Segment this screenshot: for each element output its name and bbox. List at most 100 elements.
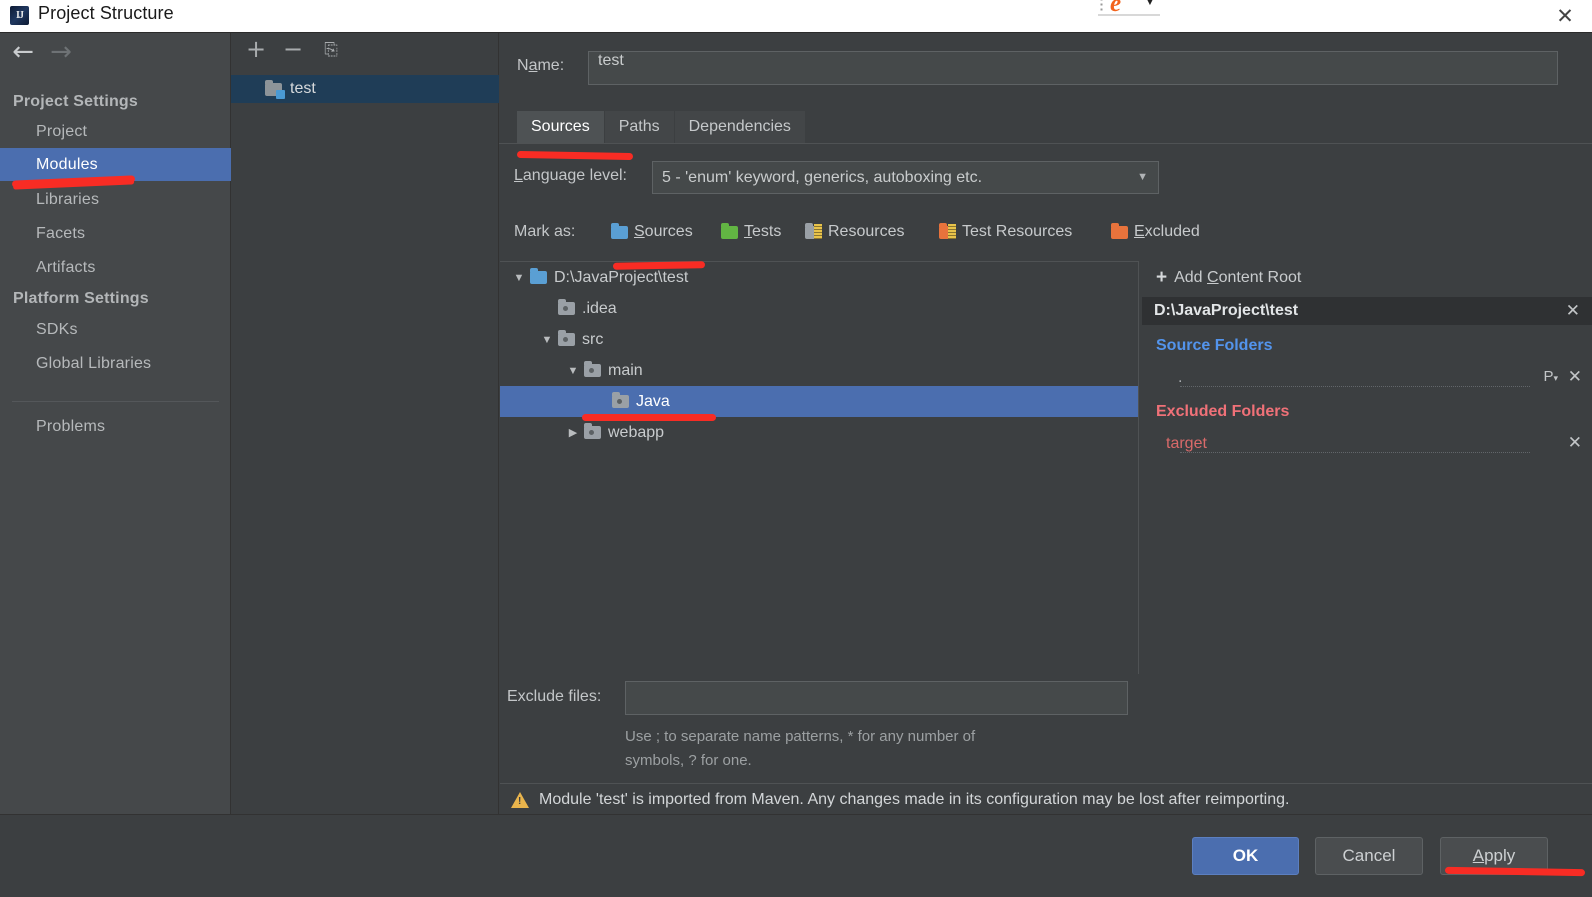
tab-paths[interactable]: Paths — [604, 111, 675, 143]
modules-panel: + − ⎘ test — [231, 33, 499, 814]
tree-row-label: src — [582, 330, 604, 348]
twisty-expanded-icon[interactable]: ▼ — [508, 272, 530, 284]
sidebar-divider — [12, 401, 219, 402]
twisty-expanded-icon[interactable]: ▼ — [562, 365, 584, 377]
folder-test-resources-icon — [939, 222, 956, 239]
tree-row-selected[interactable]: Java — [500, 386, 1138, 417]
twisty-expanded-icon[interactable]: ▼ — [536, 334, 558, 346]
window-title-bar: IJ Project Structure e ▼ ✕ — [0, 0, 1592, 32]
exclude-files-hint-line1: Use ; to separate name patterns, * for a… — [625, 728, 976, 745]
language-level-value: 5 - 'enum' keyword, generics, autoboxing… — [662, 169, 983, 186]
folder-plain-icon — [584, 423, 601, 439]
remove-excluded-folder-icon[interactable]: ✕ — [1568, 433, 1582, 453]
package-prefix-icon[interactable]: P▾ — [1543, 368, 1558, 385]
tree-row-label: .idea — [582, 299, 617, 317]
sidebar-item-problems[interactable]: Problems — [0, 410, 231, 443]
tree-row[interactable]: ▶ webapp — [500, 417, 1138, 448]
entry-dotted-line — [1180, 452, 1530, 453]
mark-as-test-resources-label: Test Resources — [962, 223, 1073, 240]
module-name-row: Name: test — [499, 51, 1592, 87]
sidebar-group-platform-settings: Platform Settings — [13, 290, 149, 307]
intellij-logo-icon: IJ — [10, 6, 29, 25]
close-icon[interactable]: ✕ — [1552, 4, 1578, 30]
sidebar-group-project-settings: Project Settings — [13, 93, 139, 110]
module-tabs: Sources Paths Dependencies — [517, 111, 806, 143]
mark-as-excluded[interactable]: Excluded — [1111, 222, 1200, 241]
source-folders-title: Source Folders — [1156, 337, 1273, 354]
source-folder-entry[interactable]: . P▾ ✕ — [1142, 365, 1592, 391]
maven-warning-bar: Module 'test' is imported from Maven. An… — [500, 783, 1592, 815]
folder-plain-icon — [558, 299, 575, 315]
tree-row-label: webapp — [608, 423, 665, 441]
tree-row[interactable]: .idea — [500, 293, 1138, 324]
language-level-select[interactable]: 5 - 'enum' keyword, generics, autoboxing… — [652, 161, 1159, 194]
language-level-row: Language level: 5 - 'enum' keyword, gene… — [499, 161, 1592, 195]
mark-as-tests-label: Tests — [744, 223, 782, 240]
dialog-body: ← → Project Settings Project Modules Lib… — [0, 32, 1592, 897]
sidebar-item-global-libraries[interactable]: Global Libraries — [0, 347, 231, 380]
remove-source-folder-icon[interactable]: ✕ — [1568, 367, 1582, 387]
sidebar-nav: ← → — [0, 33, 231, 73]
excluded-folders-title: Excluded Folders — [1156, 403, 1290, 420]
project-structure-dialog: IJ Project Structure e ▼ ✕ ← → Project S… — [0, 0, 1592, 897]
mark-as-sources[interactable]: Sources — [611, 222, 693, 241]
exclude-files-label: Exclude files: — [507, 688, 602, 705]
content-root-tree: ▼ D:\JavaProject\test .idea ▼ src ▼ main… — [500, 261, 1139, 674]
ok-button[interactable]: OK — [1192, 837, 1299, 875]
mark-as-sources-label: Sources — [634, 223, 693, 240]
exclude-files-input[interactable] — [625, 681, 1128, 715]
mark-as-excluded-label: Excluded — [1134, 223, 1200, 240]
tree-row-label: Java — [636, 392, 670, 410]
twisty-collapsed-icon[interactable]: ▶ — [562, 426, 584, 439]
sidebar-item-project[interactable]: Project — [0, 115, 231, 148]
folder-plain-icon — [584, 361, 601, 377]
warning-triangle-icon — [511, 791, 529, 808]
forward-arrow-icon[interactable]: → — [44, 39, 78, 67]
tree-row-label: main — [608, 361, 643, 379]
tree-row[interactable]: ▼ main — [500, 355, 1138, 386]
mark-as-resources[interactable]: Resources — [805, 222, 905, 241]
settings-sidebar: ← → Project Settings Project Modules Lib… — [0, 33, 231, 865]
mark-as-tests[interactable]: Tests — [721, 222, 782, 241]
cancel-button[interactable]: Cancel — [1315, 837, 1423, 875]
folder-plain-icon — [612, 392, 629, 408]
mark-as-label: Mark as: — [514, 223, 576, 240]
back-arrow-icon[interactable]: ← — [6, 39, 40, 67]
copy-module-icon[interactable]: ⎘ — [317, 37, 345, 63]
exclude-files-hint-line2: symbols, ? for one. — [625, 752, 752, 769]
drag-handle-dots-icon — [1100, 0, 1103, 11]
module-folder-icon — [265, 79, 285, 99]
add-content-root-button[interactable]: + Add Content Root — [1140, 261, 1592, 294]
sidebar-item-modules[interactable]: Modules — [0, 148, 231, 181]
tree-row[interactable]: ▼ src — [500, 324, 1138, 355]
tab-dependencies[interactable]: Dependencies — [674, 111, 806, 143]
folder-plain-icon — [558, 330, 575, 346]
tree-row[interactable]: ▼ D:\JavaProject\test — [500, 262, 1138, 293]
folder-blue-icon — [611, 222, 628, 239]
add-content-root-label: Add Content Root — [1174, 268, 1302, 286]
name-field-label: Name: — [517, 57, 565, 74]
add-module-icon[interactable]: + — [242, 37, 270, 63]
sidebar-item-sdks[interactable]: SDKs — [0, 313, 231, 346]
excluded-folder-path: target — [1166, 435, 1207, 452]
content-root-header[interactable]: D:\JavaProject\test ✕ — [1142, 297, 1592, 325]
module-editor-pane: Name: test Sources Paths Dependencies La… — [499, 33, 1592, 814]
sidebar-item-libraries[interactable]: Libraries — [0, 183, 231, 216]
sidebar-item-artifacts[interactable]: Artifacts — [0, 251, 231, 284]
remove-content-root-icon[interactable]: ✕ — [1566, 301, 1580, 321]
content-root-path: D:\JavaProject\test — [1154, 302, 1299, 319]
apply-button[interactable]: Apply — [1440, 837, 1548, 875]
module-list-item[interactable]: test — [231, 75, 499, 103]
name-input[interactable]: test — [588, 51, 1558, 85]
tree-row-label: D:\JavaProject\test — [554, 268, 689, 286]
modules-toolbar: + − ⎘ — [231, 33, 499, 67]
tab-sources[interactable]: Sources — [517, 111, 605, 143]
mark-as-resources-label: Resources — [828, 223, 905, 240]
excluded-folder-entry[interactable]: target ✕ — [1142, 431, 1592, 457]
content-roots-panel: + Add Content Root D:\JavaProject\test ✕… — [1140, 261, 1592, 674]
sidebar-item-facets[interactable]: Facets — [0, 217, 231, 250]
exclude-files-hint: Use ; to separate name patterns, * for a… — [625, 725, 1115, 773]
language-level-label: Language level: — [514, 167, 627, 184]
remove-module-icon[interactable]: − — [279, 37, 307, 63]
mark-as-test-resources[interactable]: Test Resources — [939, 222, 1073, 241]
